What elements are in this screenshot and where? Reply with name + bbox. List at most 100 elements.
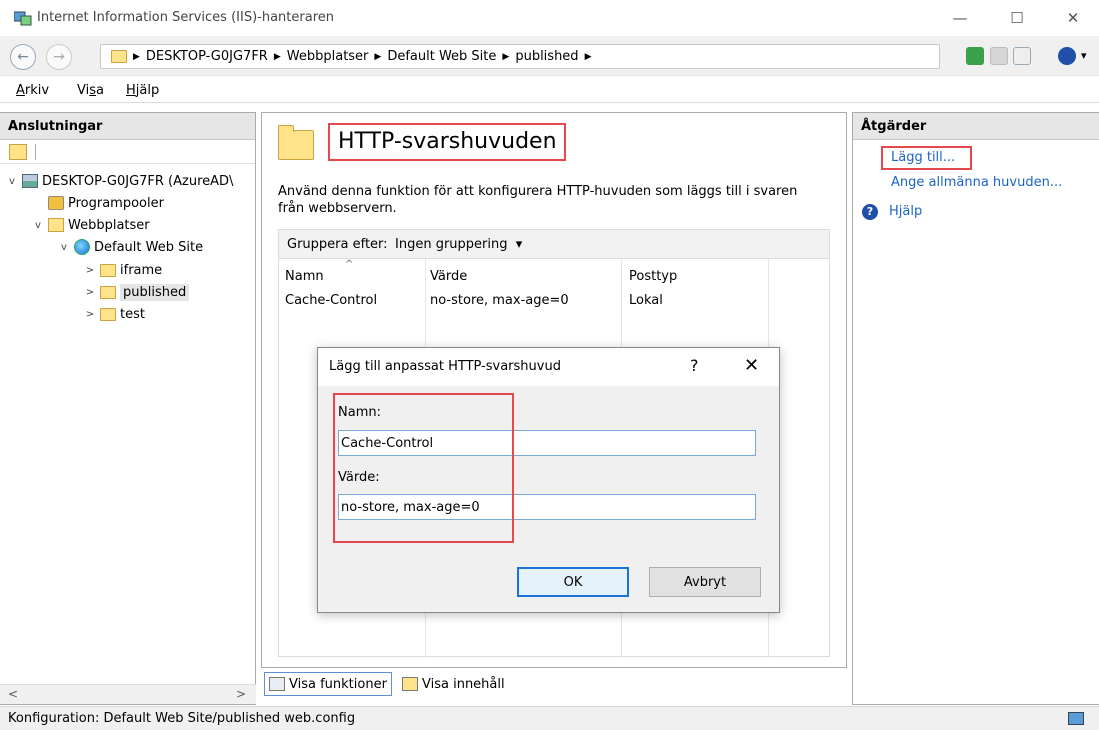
tree-item-sites[interactable]: v Webbplatser — [32, 214, 150, 236]
dialog-title-bar: Lägg till anpassat HTTP-svarshuvud ? ✕ — [318, 348, 779, 386]
group-by-label: Gruppera efter: — [287, 237, 388, 252]
scroll-right-icon[interactable]: > — [236, 687, 246, 701]
actions-panel: Åtgärder Lägg till... Ange allmänna huvu… — [852, 112, 1099, 705]
breadcrumb-item-server[interactable]: DESKTOP-G0JG7FR — [146, 49, 268, 64]
chevron-down-icon: ▾ — [515, 237, 523, 252]
connections-panel: Anslutningar v DESKTOP-G0JG7FR (AzureAD\… — [0, 112, 256, 705]
tree-item-label: Programpooler — [68, 195, 164, 211]
connection-status-icon — [1068, 712, 1084, 725]
connections-toolbar — [0, 140, 255, 164]
features-view-icon — [269, 677, 285, 691]
column-header-value[interactable]: Värde — [430, 269, 467, 284]
toolbar-separator — [35, 144, 36, 160]
breadcrumb-item-sites[interactable]: Webbplatser — [287, 49, 369, 64]
tree-item-iframe[interactable]: > iframe — [84, 259, 162, 281]
title-bar: Internet Information Services (IIS)-hant… — [0, 0, 1099, 36]
add-header-dialog: Lägg till anpassat HTTP-svarshuvud ? ✕ N… — [317, 347, 780, 613]
expand-icon[interactable]: > — [84, 287, 96, 298]
server-icon — [22, 174, 38, 188]
window-title: Internet Information Services (IIS)-hant… — [37, 10, 334, 25]
horizontal-scrollbar[interactable]: < > — [0, 684, 256, 704]
help-icon[interactable] — [1058, 47, 1076, 65]
tree-item-label: DESKTOP-G0JG7FR (AzureAD\ — [42, 173, 234, 189]
expand-icon[interactable]: > — [84, 309, 96, 320]
add-header-link[interactable]: Lägg till... — [891, 150, 955, 165]
tree-item-label: test — [120, 306, 145, 322]
actions-header: Åtgärder — [853, 113, 1099, 140]
address-bar: ← → ▶ DESKTOP-G0JG7FR ▶ Webbplatser ▶ De… — [0, 36, 1099, 76]
tab-content-view[interactable]: Visa innehåll — [398, 672, 509, 696]
help-icon: ? — [862, 204, 878, 220]
set-common-headers-link[interactable]: Ange allmänna huvuden... — [891, 175, 1062, 190]
stop-icon[interactable] — [990, 47, 1008, 65]
dialog-close-button[interactable]: ✕ — [744, 355, 759, 376]
connections-header: Anslutningar — [0, 113, 255, 140]
breadcrumb[interactable]: ▶ DESKTOP-G0JG7FR ▶ Webbplatser ▶ Defaul… — [100, 44, 940, 69]
value-input[interactable] — [338, 494, 756, 520]
tree-item-label: published — [120, 283, 190, 301]
dialog-title: Lägg till anpassat HTTP-svarshuvud — [329, 359, 561, 374]
globe-icon — [74, 239, 90, 255]
back-button[interactable]: ← — [10, 44, 36, 70]
app-pool-icon — [48, 196, 64, 210]
breadcrumb-item-published[interactable]: published — [515, 49, 578, 64]
breadcrumb-separator: ▶ — [133, 51, 140, 62]
iis-app-icon — [13, 10, 32, 26]
cancel-button[interactable]: Avbryt — [649, 567, 761, 597]
connect-icon[interactable] — [9, 144, 27, 160]
page-title: HTTP-svarshuvuden — [328, 123, 566, 161]
breadcrumb-separator: ▶ — [273, 51, 281, 62]
tree-item-default-site[interactable]: v Default Web Site — [58, 236, 203, 258]
menu-arkiv[interactable]: Arkiv — [16, 83, 49, 98]
status-text: Konfiguration: Default Web Site/publishe… — [8, 711, 356, 726]
description-line: Använd denna funktion för att konfigurer… — [278, 184, 798, 199]
table-row-type[interactable]: Lokal — [629, 293, 663, 308]
name-input[interactable] — [338, 430, 756, 456]
tree-item-label: iframe — [120, 262, 163, 278]
folder-icon — [278, 125, 314, 160]
expand-icon[interactable]: > — [84, 265, 96, 276]
tree-item-label: Default Web Site — [94, 239, 204, 255]
close-window-button[interactable]: ✕ — [1050, 0, 1096, 36]
help-dropdown-icon[interactable]: ▾ — [1081, 49, 1087, 62]
tree-item-test[interactable]: > test — [84, 303, 145, 325]
expand-icon[interactable]: v — [32, 220, 44, 231]
feature-description: Använd denna funktion för att konfigurer… — [278, 183, 828, 217]
column-header-name[interactable]: Namn — [285, 269, 324, 284]
expand-icon[interactable]: v — [6, 176, 18, 187]
tab-features-view[interactable]: Visa funktioner — [264, 672, 392, 696]
table-row-value[interactable]: no-store, max-age=0 — [430, 293, 569, 308]
tree-item-label: Webbplatser — [68, 217, 150, 233]
home-icon[interactable] — [1013, 47, 1031, 65]
scroll-left-icon[interactable]: < — [8, 687, 18, 701]
sort-indicator-icon: ^ — [345, 259, 354, 270]
expand-icon[interactable]: v — [58, 242, 70, 253]
folder-icon — [100, 263, 116, 277]
folder-icon — [111, 50, 127, 63]
refresh-icon[interactable] — [966, 47, 984, 65]
menu-visa[interactable]: Visa — [77, 83, 104, 98]
forward-button[interactable]: → — [46, 44, 72, 70]
sites-icon — [48, 218, 64, 232]
folder-icon — [100, 285, 116, 299]
group-by-select[interactable]: Ingen gruppering ▾ — [395, 237, 522, 252]
tree-item-server[interactable]: v DESKTOP-G0JG7FR (AzureAD\ — [6, 170, 233, 192]
maximize-button[interactable]: ☐ — [994, 0, 1040, 36]
breadcrumb-separator: ▶ — [374, 51, 382, 62]
tree-item-app-pools[interactable]: Programpooler — [48, 192, 164, 214]
column-header-type[interactable]: Posttyp — [629, 269, 677, 284]
tree-item-published[interactable]: > published — [84, 281, 190, 303]
description-line: från webbservern. — [278, 201, 397, 216]
breadcrumb-item-default-site[interactable]: Default Web Site — [387, 49, 496, 64]
minimize-button[interactable]: — — [937, 0, 983, 36]
ok-button[interactable]: OK — [517, 567, 629, 597]
help-link[interactable]: Hjälp — [889, 204, 922, 219]
status-bar: Konfiguration: Default Web Site/publishe… — [0, 706, 1099, 730]
table-row-name[interactable]: Cache-Control — [285, 293, 377, 308]
value-label: Värde: — [338, 470, 380, 485]
dialog-help-button[interactable]: ? — [690, 356, 699, 375]
menu-hjalp[interactable]: Hjälp — [126, 83, 159, 98]
content-view-icon — [402, 677, 418, 691]
breadcrumb-separator: ▶ — [584, 51, 592, 62]
name-label: Namn: — [338, 405, 381, 420]
